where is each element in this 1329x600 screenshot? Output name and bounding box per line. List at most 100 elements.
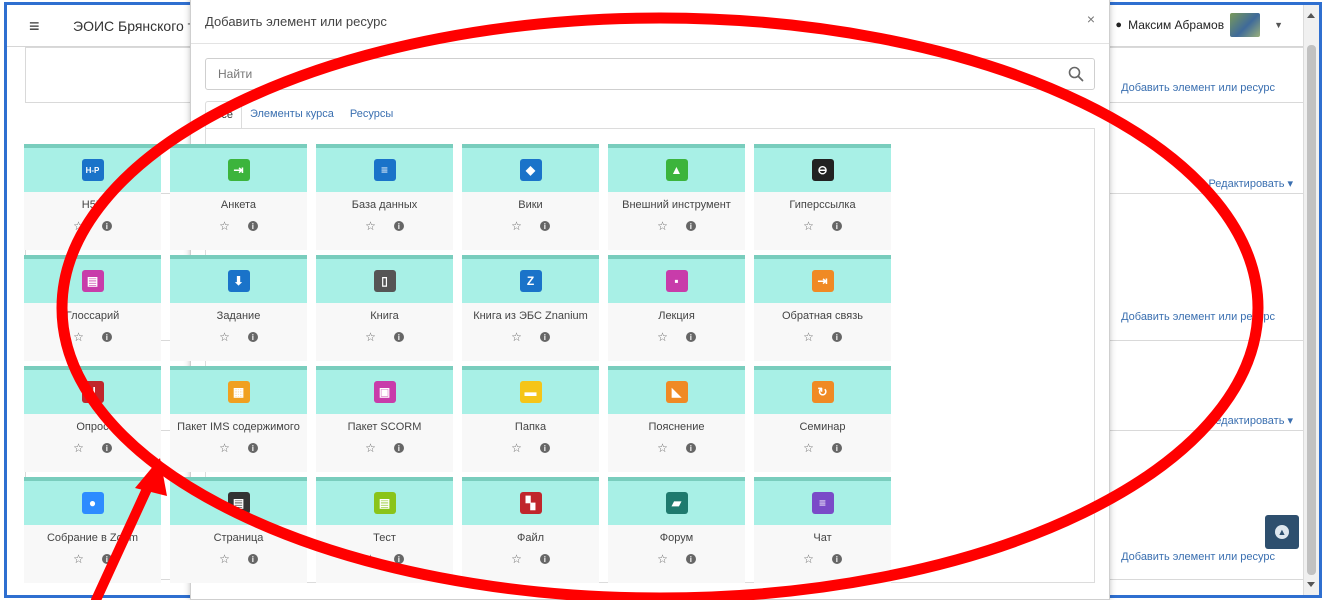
module-card[interactable]: ▪ Лекция ☆ i (608, 255, 745, 361)
star-icon[interactable]: ☆ (657, 330, 668, 344)
star-icon[interactable]: ☆ (657, 219, 668, 233)
module-card[interactable]: ▰ Форум ☆ i (608, 477, 745, 583)
info-icon[interactable]: i (393, 443, 404, 453)
star-icon[interactable]: ☆ (511, 219, 522, 233)
module-card-header[interactable]: ≡ (316, 144, 453, 192)
module-card[interactable]: ▣ Пакет SCORM ☆ i (316, 366, 453, 472)
info-icon[interactable]: i (539, 332, 550, 342)
module-card-header[interactable]: ◆ (462, 144, 599, 192)
module-card-header[interactable]: ıl (24, 366, 161, 414)
module-card-header[interactable]: ▣ (316, 366, 453, 414)
star-icon[interactable]: ☆ (219, 552, 230, 566)
search-field[interactable] (205, 58, 1095, 90)
tab-resources[interactable]: Ресурсы (342, 101, 401, 129)
star-icon[interactable]: ☆ (511, 330, 522, 344)
module-card-header[interactable]: ↻ (754, 366, 891, 414)
info-icon[interactable]: i (393, 332, 404, 342)
info-icon[interactable]: i (831, 332, 842, 342)
info-icon[interactable]: i (539, 554, 550, 564)
module-card-header[interactable]: ▤ (316, 477, 453, 525)
module-card[interactable]: ▦ Пакет IMS содержимого ☆ i (170, 366, 307, 472)
star-icon[interactable]: ☆ (803, 219, 814, 233)
info-icon[interactable]: i (831, 443, 842, 453)
star-icon[interactable]: ☆ (73, 330, 84, 344)
module-card[interactable]: ⇥ Обратная связь ☆ i (754, 255, 891, 361)
module-card[interactable]: ▤ Глоссарий ☆ i (24, 255, 161, 361)
info-icon[interactable]: i (393, 554, 404, 564)
info-icon[interactable]: i (247, 332, 258, 342)
star-icon[interactable]: ☆ (365, 330, 376, 344)
info-icon[interactable]: i (685, 554, 696, 564)
module-card-header[interactable]: ▚ (462, 477, 599, 525)
module-card-header[interactable]: ⬇ (170, 255, 307, 303)
info-icon[interactable]: i (685, 332, 696, 342)
module-card[interactable]: ▤ Тест ☆ i (316, 477, 453, 583)
module-card-header[interactable]: ▤ (170, 477, 307, 525)
star-icon[interactable]: ☆ (803, 552, 814, 566)
star-icon[interactable]: ☆ (73, 552, 84, 566)
info-icon[interactable]: i (101, 554, 112, 564)
module-card[interactable]: H-P H5P ☆ i (24, 144, 161, 250)
info-icon[interactable]: i (685, 221, 696, 231)
module-card-header[interactable]: Z (462, 255, 599, 303)
module-card-header[interactable]: ◣ (608, 366, 745, 414)
info-icon[interactable]: i (539, 443, 550, 453)
star-icon[interactable]: ☆ (657, 441, 668, 455)
module-card[interactable]: ◣ Пояснение ☆ i (608, 366, 745, 472)
module-card[interactable]: ▬ Папка ☆ i (462, 366, 599, 472)
module-card[interactable]: ▯ Книга ☆ i (316, 255, 453, 361)
star-icon[interactable]: ☆ (73, 441, 84, 455)
module-card-header[interactable]: ⇥ (170, 144, 307, 192)
module-card-header[interactable]: ▲ (608, 144, 745, 192)
tab-all[interactable]: Все (205, 101, 242, 129)
star-icon[interactable]: ☆ (365, 219, 376, 233)
star-icon[interactable]: ☆ (73, 219, 84, 233)
module-card[interactable]: ▤ Страница ☆ i (170, 477, 307, 583)
star-icon[interactable]: ☆ (803, 330, 814, 344)
info-icon[interactable]: i (247, 554, 258, 564)
module-card-header[interactable]: ▤ (24, 255, 161, 303)
module-card[interactable]: ıl Опрос ☆ i (24, 366, 161, 472)
module-card-header[interactable]: ⇥ (754, 255, 891, 303)
star-icon[interactable]: ☆ (365, 441, 376, 455)
module-card[interactable]: ≡ Чат ☆ i (754, 477, 891, 583)
module-card[interactable]: ≡ База данных ☆ i (316, 144, 453, 250)
module-card-header[interactable]: ▪ (608, 255, 745, 303)
module-card-header[interactable]: ▰ (608, 477, 745, 525)
module-card-header[interactable]: ▬ (462, 366, 599, 414)
info-icon[interactable]: i (539, 221, 550, 231)
module-card-header[interactable]: ≡ (754, 477, 891, 525)
module-card-header[interactable]: ▯ (316, 255, 453, 303)
module-card[interactable]: ⊖ Гиперссылка ☆ i (754, 144, 891, 250)
info-icon[interactable]: i (101, 332, 112, 342)
module-card[interactable]: ↻ Семинар ☆ i (754, 366, 891, 472)
star-icon[interactable]: ☆ (511, 441, 522, 455)
info-icon[interactable]: i (247, 221, 258, 231)
star-icon[interactable]: ☆ (803, 441, 814, 455)
info-icon[interactable]: i (247, 443, 258, 453)
module-card[interactable]: ◆ Вики ☆ i (462, 144, 599, 250)
module-card[interactable]: ⬇ Задание ☆ i (170, 255, 307, 361)
star-icon[interactable]: ☆ (219, 441, 230, 455)
info-icon[interactable]: i (831, 221, 842, 231)
star-icon[interactable]: ☆ (657, 552, 668, 566)
module-card[interactable]: ● Собрание в Zoom ☆ i (24, 477, 161, 583)
module-card-header[interactable]: ● (24, 477, 161, 525)
module-card-header[interactable]: ⊖ (754, 144, 891, 192)
module-card[interactable]: ▚ Файл ☆ i (462, 477, 599, 583)
info-icon[interactable]: i (831, 554, 842, 564)
star-icon[interactable]: ☆ (219, 330, 230, 344)
tab-activities[interactable]: Элементы курса (242, 101, 342, 129)
close-icon[interactable]: × (1087, 11, 1095, 27)
module-card[interactable]: ▲ Внешний инструмент ☆ i (608, 144, 745, 250)
module-card[interactable]: ⇥ Анкета ☆ i (170, 144, 307, 250)
info-icon[interactable]: i (393, 221, 404, 231)
info-icon[interactable]: i (685, 443, 696, 453)
module-card-header[interactable]: H-P (24, 144, 161, 192)
star-icon[interactable]: ☆ (511, 552, 522, 566)
info-icon[interactable]: i (101, 221, 112, 231)
search-icon[interactable] (1068, 66, 1084, 82)
info-icon[interactable]: i (101, 443, 112, 453)
star-icon[interactable]: ☆ (219, 219, 230, 233)
module-card-header[interactable]: ▦ (170, 366, 307, 414)
